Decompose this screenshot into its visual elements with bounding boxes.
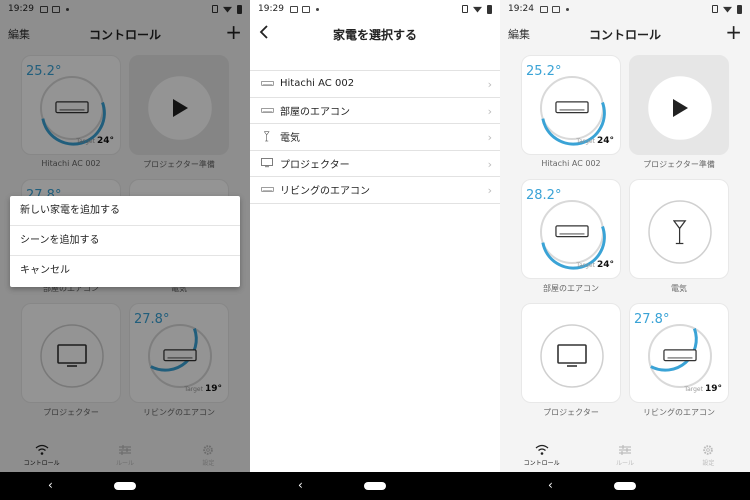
device-tile-ac[interactable]: 27.8° Target 19° <box>629 303 729 403</box>
app-header: 編集 コントロール + <box>500 18 750 50</box>
status-time: 19:29 <box>258 4 284 14</box>
system-nav-bar: ‹ <box>500 472 750 500</box>
tv-icon <box>522 304 622 408</box>
device-list-item[interactable]: リビングのエアコン › <box>250 177 500 204</box>
menu-item-add-scene[interactable]: シーンを追加する <box>10 226 240 256</box>
system-home-button[interactable] <box>614 482 636 490</box>
menu-item-add-device[interactable]: 新しい家電を追加する <box>10 196 240 226</box>
target-temperature: Target 19° <box>684 384 722 394</box>
wifi-icon <box>473 6 482 13</box>
page-title: コントロール <box>588 27 661 42</box>
tab-bar: コントロール ルール 設定 <box>500 440 750 472</box>
app-notification-icon <box>551 5 560 13</box>
play-icon <box>630 56 730 160</box>
system-nav-bar: ‹ <box>250 472 500 500</box>
device-tile-ac[interactable]: 28.2° Target 24° <box>521 179 621 279</box>
device-list-item[interactable]: Hitachi AC 002 › <box>250 71 500 98</box>
device-tile-scene[interactable] <box>629 55 729 155</box>
device-label: プロジェクター準備 <box>643 160 715 169</box>
add-button[interactable]: + <box>725 22 742 42</box>
tab-label: ルール <box>615 460 634 467</box>
stage: 19:29 編集 コントロール + 25.2° Target 24° Hitachi … <box>0 0 750 500</box>
back-chevron-icon[interactable] <box>258 24 270 40</box>
device-list-label: 電気 <box>280 133 300 145</box>
wifi-icon <box>723 6 732 13</box>
device-label: 部屋のエアコン <box>543 284 599 293</box>
target-temperature: Target24° <box>576 260 614 270</box>
edit-button[interactable]: 編集 <box>508 26 530 42</box>
device-list-item[interactable]: プロジェクター › <box>250 151 500 177</box>
device-label: リビングのエアコン <box>643 408 715 417</box>
ac-icon <box>260 104 274 116</box>
system-back-icon[interactable]: ‹ <box>48 478 53 492</box>
battery-icon <box>487 4 492 14</box>
current-temperature: 25.2° <box>526 64 562 79</box>
status-bar: 19:24 <box>500 0 750 18</box>
target-temperature: Target24° <box>576 136 614 146</box>
system-nav-bar: ‹ <box>0 472 250 500</box>
tab-rules[interactable]: ルール <box>583 440 666 472</box>
vibrate-icon <box>712 5 718 13</box>
device-tile-ac[interactable]: 25.2° Target 24° <box>521 55 621 155</box>
battery-icon <box>737 4 742 14</box>
app-header: 家電を選択する <box>250 18 500 50</box>
device-tile-light[interactable] <box>629 179 729 279</box>
device-list-label: プロジェクター <box>280 159 350 171</box>
tab-control[interactable]: コントロール <box>500 440 583 472</box>
chevron-right-icon: › <box>487 184 492 197</box>
add-menu-sheet: 新しい家電を追加する シーンを追加する キャンセル <box>10 196 240 287</box>
tab-settings[interactable]: 設定 <box>667 440 750 472</box>
lamp-icon <box>630 180 730 284</box>
ac-icon <box>260 184 274 196</box>
tab-label: 設定 <box>702 460 715 467</box>
status-bar: 19:29 <box>250 0 500 18</box>
screen-control-with-menu: 19:29 編集 コントロール + 25.2° Target 24° Hitachi … <box>0 0 250 500</box>
device-label: プロジェクター <box>543 408 599 417</box>
target-label: Target <box>576 138 595 145</box>
chevron-right-icon: › <box>487 157 492 171</box>
chevron-right-icon: › <box>487 104 492 118</box>
current-temperature: 27.8° <box>634 312 670 327</box>
screen-control: 19:24 編集 コントロール + 25.2° Target 24° Hitachi … <box>500 0 750 500</box>
sliders-icon <box>618 445 631 455</box>
target-value: 19° <box>704 384 722 394</box>
gear-icon <box>703 445 714 455</box>
device-list-label: Hitachi AC 002 <box>280 78 355 90</box>
chevron-right-icon: › <box>487 78 492 91</box>
device-label: Hitachi AC 002 <box>541 159 601 168</box>
system-back-icon[interactable]: ‹ <box>548 478 553 492</box>
page-title: 家電を選択する <box>332 27 417 42</box>
tab-label: コントロール <box>523 460 560 467</box>
lamp-icon <box>260 131 274 143</box>
wifi-icon <box>535 444 549 455</box>
status-time: 19:24 <box>508 4 534 14</box>
tv-icon <box>260 157 274 169</box>
more-notifications-icon <box>315 7 319 11</box>
device-tile-tv[interactable] <box>521 303 621 403</box>
target-label: Target <box>684 386 703 393</box>
device-list-label: リビングのエアコン <box>280 186 370 198</box>
system-home-button[interactable] <box>114 482 136 490</box>
image-notification-icon <box>289 5 298 13</box>
vibrate-icon <box>462 5 468 13</box>
current-temperature: 28.2° <box>526 188 562 203</box>
device-list-item[interactable]: 部屋のエアコン › <box>250 98 500 124</box>
target-value: 24° <box>596 136 614 146</box>
image-notification-icon <box>539 5 548 13</box>
device-list: Hitachi AC 002 › 部屋のエアコン › 電気 › プロジェクター › リビングのエ… <box>250 70 500 204</box>
device-list-label: 部屋のエアコン <box>280 106 350 118</box>
target-label: Target <box>576 262 595 269</box>
menu-item-cancel[interactable]: キャンセル <box>10 256 240 286</box>
app-notification-icon <box>301 5 310 13</box>
screen-select-device: 19:29 家電を選択する Hitachi AC 002 › 部屋のエアコン › 電気 ›… <box>250 0 500 500</box>
device-label: 電気 <box>671 284 687 293</box>
chevron-right-icon: › <box>487 131 492 144</box>
device-list-item[interactable]: 電気 › <box>250 124 500 151</box>
system-back-icon[interactable]: ‹ <box>298 478 303 492</box>
system-home-button[interactable] <box>364 482 386 490</box>
ac-icon <box>260 78 274 90</box>
target-value: 24° <box>596 260 614 270</box>
more-notifications-icon <box>565 7 569 11</box>
